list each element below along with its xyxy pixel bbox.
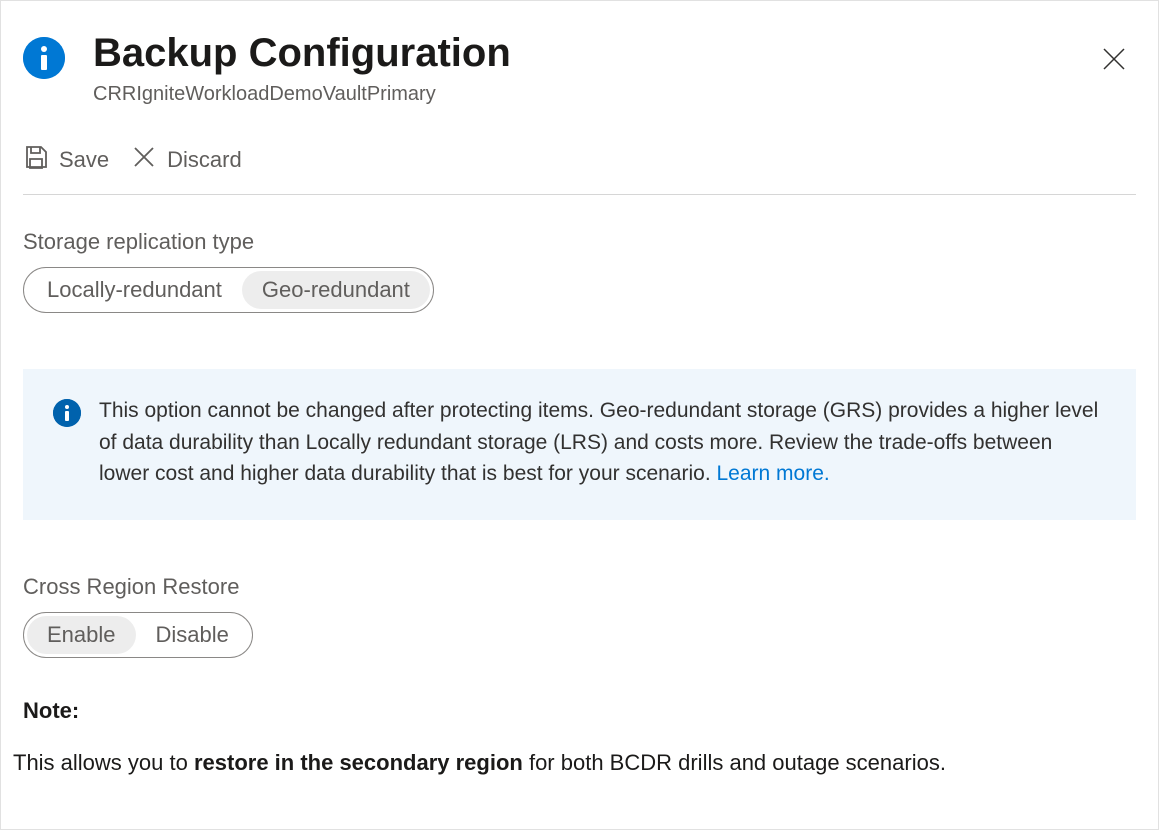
save-label: Save xyxy=(59,147,109,173)
close-button[interactable] xyxy=(1092,37,1136,84)
save-icon xyxy=(23,144,49,176)
note-bold: restore in the secondary region xyxy=(194,750,523,775)
discard-icon xyxy=(131,144,157,176)
option-disable[interactable]: Disable xyxy=(136,616,249,654)
header: Backup Configuration CRRIgniteWorkloadDe… xyxy=(23,29,1136,106)
note-item: This allows you to restore in the second… xyxy=(13,748,1158,779)
learn-more-link[interactable]: Learn more. xyxy=(717,462,830,485)
cross-region-restore-label: Cross Region Restore xyxy=(23,574,1136,600)
note-list: This allows you to restore in the second… xyxy=(1,748,1158,779)
discard-button[interactable]: Discard xyxy=(131,144,242,176)
cross-region-restore-toggle: Enable Disable xyxy=(23,612,253,658)
page-subtitle: CRRIgniteWorkloadDemoVaultPrimary xyxy=(93,83,1092,106)
option-geo-redundant[interactable]: Geo-redundant xyxy=(242,271,430,309)
save-button[interactable]: Save xyxy=(23,144,109,176)
note-prefix: This allows you to xyxy=(13,750,194,775)
info-text: This option cannot be changed after prot… xyxy=(99,395,1106,490)
info-icon xyxy=(23,37,65,79)
discard-label: Discard xyxy=(167,147,242,173)
storage-replication-section: Storage replication type Locally-redunda… xyxy=(23,229,1136,313)
page-title: Backup Configuration xyxy=(93,29,1092,77)
toolbar: Save Discard xyxy=(23,144,1136,195)
note-block: Note: xyxy=(23,698,1136,724)
option-locally-redundant[interactable]: Locally-redundant xyxy=(27,271,242,309)
info-message: This option cannot be changed after prot… xyxy=(99,399,1098,485)
storage-replication-toggle: Locally-redundant Geo-redundant xyxy=(23,267,434,313)
storage-replication-label: Storage replication type xyxy=(23,229,1136,255)
note-suffix: for both BCDR drills and outage scenario… xyxy=(523,750,946,775)
info-banner: This option cannot be changed after prot… xyxy=(23,369,1136,520)
note-label: Note: xyxy=(23,698,1136,724)
close-icon xyxy=(1100,61,1128,76)
info-icon xyxy=(53,399,81,427)
option-enable[interactable]: Enable xyxy=(27,616,136,654)
cross-region-restore-section: Cross Region Restore Enable Disable xyxy=(23,574,1136,658)
